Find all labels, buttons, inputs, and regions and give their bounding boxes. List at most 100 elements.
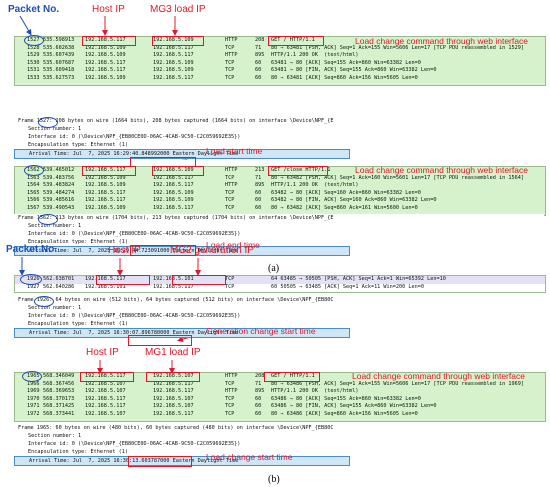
table-row[interactable]: 1530 535.607687 192.168.5.117 192.168.5.109…	[15, 59, 545, 67]
frame-circle	[34, 296, 54, 307]
cell-info: 80 → 63486 [ACK] Seq=860 Ack=156 Win=560…	[271, 410, 418, 417]
frame-circle-2	[38, 214, 58, 225]
interface-line[interactable]: Interface id: 0 (\Device\NPF_{EB80CE0D-0…	[14, 230, 544, 238]
cell-time: 539.484274	[43, 189, 75, 196]
cell-dst: 192.168.5.117	[153, 74, 194, 81]
cell-len: 895	[255, 52, 265, 58]
interface-line[interactable]: Interface id: 0 (\Device\NPF_{EB80CE0D-0…	[14, 133, 544, 141]
cell-info: HTTP/1.1 200 OK (text/html)	[271, 52, 359, 58]
cell-info: 60 50505 → 63485 [ACK] Seq=1 Ack=11 Win=…	[271, 283, 425, 290]
table-row[interactable]: 1970 568.370173 192.168.5.117 192.168.5.107…	[15, 395, 545, 403]
encap-line: Encapsulation type: Ethernet (1)	[28, 142, 128, 148]
host-ip-box-2	[82, 166, 136, 176]
caption-a: (a)	[268, 263, 280, 274]
load-change-start-label: Load change start time	[206, 452, 293, 462]
cell-len: 213	[255, 167, 265, 173]
cell-proto: TCP	[225, 197, 235, 203]
interface-line[interactable]: Interface id: 0 (\Device\NPF_{EB80CE0D-0…	[14, 312, 544, 320]
cell-src: 192.168.5.117	[85, 67, 126, 73]
section-line: Section number: 1	[28, 305, 82, 311]
host-ip-label-2: Host IP	[86, 347, 119, 358]
cell-proto: HTTP	[225, 388, 238, 394]
cell-no: 1533	[27, 74, 40, 81]
load-ip-box-2	[152, 166, 204, 176]
table-row[interactable]: 1565 539.484274 192.168.5.117 192.168.5.109…	[15, 189, 545, 197]
frame-circle	[38, 117, 58, 128]
cell-proto: TCP	[225, 380, 235, 387]
cell-no: 1972	[27, 410, 40, 417]
table-row[interactable]: 1567 539.490543 192.168.5.109 192.168.5.117…	[15, 204, 545, 212]
cell-time: 535.598913	[43, 37, 75, 43]
cell-proto: TCP	[225, 204, 235, 211]
cell-dst: 192.168.5.107	[153, 395, 194, 402]
cell-proto: TCP	[225, 403, 235, 409]
load-ip-box	[152, 36, 204, 46]
host-ip-box	[96, 275, 150, 285]
cell-proto: HTTP	[225, 167, 238, 173]
cell-len: 60	[255, 189, 262, 196]
arrival-time-box	[128, 335, 192, 346]
frame-line[interactable]: Frame 1527: 208 bytes on wire (1664 bits…	[14, 117, 544, 125]
load-start-time-label: Load start time	[206, 146, 263, 156]
cell-time: 539.490543	[43, 204, 75, 211]
table-row[interactable]: 1926 562.638701 192.168.5.117 192.168.5.101…	[15, 276, 545, 284]
frame-detail-a-top: Frame 1527: 208 bytes on wire (1664 bits…	[14, 117, 544, 159]
cell-time: 568.346049	[43, 373, 75, 379]
arrival-prefix: Arrival Time: Jul 7, 2025	[29, 458, 114, 464]
frame-line[interactable]: Frame 1965: 60 bytes on wire (480 bits),…	[14, 424, 544, 432]
section-line: Section number: 1	[28, 126, 82, 132]
frame-line[interactable]: Frame 1562: 213 bytes on wire (1704 bits…	[14, 214, 544, 222]
cell-proto: TCP	[225, 189, 235, 196]
cell-src: 192.168.5.109	[85, 52, 126, 58]
cell-dst: 192.168.5.109	[153, 59, 194, 66]
cell-src: 192.168.5.117	[85, 395, 126, 402]
cell-no: 1567	[27, 204, 40, 211]
arrival-time-box-2	[128, 456, 192, 467]
table-row[interactable]: 1969 568.369653 192.168.5.107 192.168.5.117…	[15, 388, 545, 396]
host-ip-label: Host IP	[108, 245, 141, 256]
table-row[interactable]: 1927 562.640286 192.168.5.101 192.168.5.117…	[15, 284, 545, 292]
table-row[interactable]: 1566 539.485616 192.168.5.117 192.168.5.109…	[15, 197, 545, 205]
cell-info: 63481 → 80 [ACK] Seq=155 Ack=860 Win=633…	[271, 59, 421, 66]
cell-time: 539.465012	[43, 167, 75, 173]
cell-proto: HTTP	[225, 52, 238, 58]
cell-proto: TCP	[225, 276, 235, 282]
frame-line[interactable]: Frame 1926: 64 bytes on wire (512 bits),…	[14, 296, 544, 304]
cell-len: 60	[255, 395, 262, 402]
packet-no-circle	[20, 274, 42, 285]
mg2-gen-ip-label: MG2 generation IP	[170, 245, 254, 256]
table-row[interactable]: 1972 568.373441 192.168.5.107 192.168.5.117…	[15, 410, 545, 418]
cell-no: 1530	[27, 59, 40, 66]
caption-b: (b)	[268, 474, 280, 485]
cell-len: 60	[255, 403, 262, 409]
cell-dst: 192.168.5.117	[153, 410, 194, 417]
cell-src: 192.168.5.109	[85, 204, 126, 211]
cell-len: 60	[255, 74, 262, 81]
cell-proto: HTTP	[225, 37, 238, 43]
cell-proto: TCP	[225, 410, 235, 417]
cell-time: 568.367456	[43, 380, 75, 387]
packet-no-circle	[24, 35, 44, 46]
cell-len: 895	[255, 182, 265, 188]
load-change-cmd-label-2: Load change command through web interfac…	[355, 165, 528, 175]
arrival-prefix: Arrival Time: Jul 7, 2025	[29, 151, 114, 157]
table-row[interactable]: 1531 535.609418 192.168.5.117 192.168.5.109…	[15, 67, 545, 75]
frame-detail-a-mid: Frame 1562: 213 bytes on wire (1704 bits…	[14, 214, 544, 256]
table-row[interactable]: 1971 568.371425 192.168.5.117 192.168.5.107…	[15, 403, 545, 411]
cell-info: 63481 → 80 [FIN, ACK] Seq=155 Ack=860 Wi…	[271, 67, 437, 73]
cell-no: 1971	[27, 403, 40, 409]
cell-info: 80 → 63481 [ACK] Seq=860 Ack=156 Win=560…	[271, 74, 418, 81]
cell-time: 539.483824	[43, 182, 75, 188]
cell-no: 1564	[27, 182, 40, 188]
cell-src: 192.168.5.117	[85, 197, 126, 203]
table-row[interactable]: 1529 535.607439 192.168.5.109 192.168.5.117…	[15, 52, 545, 60]
encap-line: Encapsulation type: Ethernet (1)	[28, 239, 128, 245]
cell-dst: 192.168.5.117	[153, 52, 194, 58]
cell-info: HTTP/1.1 200 OK (text/html)	[271, 388, 359, 394]
cell-time: 535.609418	[43, 67, 75, 73]
cell-proto: TCP	[225, 59, 235, 66]
cell-no: 1969	[27, 388, 40, 394]
table-row[interactable]: 1533 535.627573 192.168.5.109 192.168.5.117…	[15, 74, 545, 82]
table-row[interactable]: 1564 539.483824 192.168.5.109 192.168.5.117…	[15, 182, 545, 190]
interface-line[interactable]: Interface id: 0 (\Device\NPF_{EB80CE0D-0…	[14, 440, 544, 448]
